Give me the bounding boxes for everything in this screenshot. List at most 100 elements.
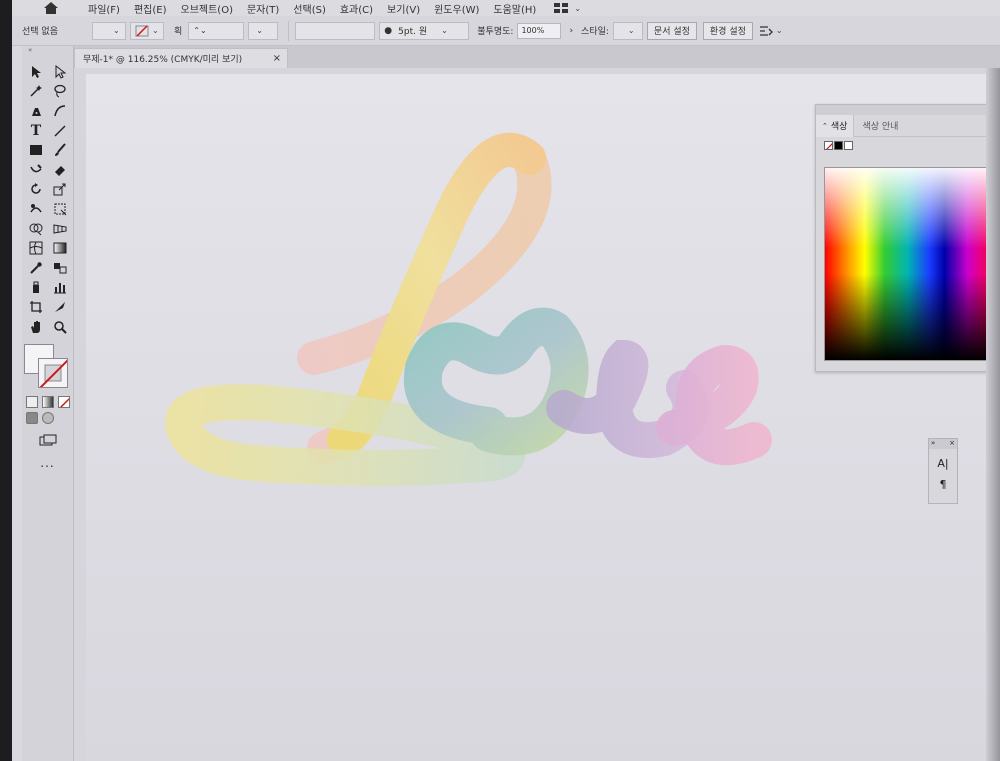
chevron-down-icon: ⌄ <box>152 26 159 35</box>
chevron-down-icon: ⌄ <box>256 26 263 35</box>
gradient-icon[interactable] <box>49 238 71 258</box>
magic-wand-icon[interactable] <box>25 82 47 102</box>
black-swatch[interactable] <box>834 140 843 150</box>
hand-icon[interactable] <box>25 317 47 337</box>
stroke-weight-dropdown[interactable]: ⌄ <box>248 21 279 40</box>
color-panel: ⌃ 색상 색상 안내 <box>815 104 1000 372</box>
selection-tool-icon[interactable] <box>25 62 47 82</box>
lasso-icon[interactable] <box>49 82 71 102</box>
no-stroke-icon <box>135 24 149 37</box>
dot-icon: ● <box>384 25 393 36</box>
edit-toolbar-button[interactable]: ... <box>22 456 73 470</box>
type-icon[interactable]: T <box>25 121 47 141</box>
document-setup-button[interactable]: 문서 설정 <box>646 21 697 40</box>
artboard-tool-icon[interactable] <box>25 297 47 317</box>
document-tab[interactable]: 무제-1* @ 116.25% (CMYK/미리 보기) × <box>74 48 288 68</box>
variable-width-profile[interactable] <box>295 21 376 40</box>
brush-definition-dropdown[interactable]: ● 5pt. 원 ⌄ <box>379 21 470 40</box>
divider <box>288 20 290 41</box>
menu-bar: 파일(F) 편집(E) 오브젝트(O) 문자(T) 선택(S) 효과(C) 보기… <box>12 0 1000 16</box>
tab-color-label: 색상 <box>830 122 848 132</box>
rectangle-icon[interactable] <box>25 140 47 160</box>
swatch-row <box>816 137 999 153</box>
style-label: 스타일: <box>581 27 609 37</box>
graph-icon[interactable] <box>49 278 71 298</box>
chevron-down-icon: ⌄ <box>627 26 635 35</box>
expand-icon: ⌃ <box>822 121 828 130</box>
stroke-color-swatch[interactable] <box>38 358 68 389</box>
shaper-icon[interactable] <box>25 160 47 180</box>
menu-view[interactable]: 보기(V) <box>387 1 420 16</box>
workspace-switcher-icon[interactable]: ⌄ <box>554 3 581 13</box>
tools-panel: « T ... <box>22 46 74 761</box>
pen-icon[interactable] <box>25 101 47 121</box>
perspective-grid-icon[interactable] <box>49 219 71 239</box>
paintbrush-icon[interactable] <box>49 140 71 160</box>
eraser-icon[interactable] <box>49 160 71 180</box>
menu-effect[interactable]: 효과(C) <box>340 1 373 16</box>
preferences-button[interactable]: 환경 설정 <box>702 21 753 40</box>
symbol-sprayer-icon[interactable] <box>25 278 47 298</box>
brush-label: 5pt. 원 <box>398 27 428 37</box>
color-mode-icon[interactable] <box>26 396 38 409</box>
stroke-swatch-dropdown[interactable]: ⌄ <box>130 21 164 40</box>
scale-icon[interactable] <box>49 180 71 200</box>
tool-grid: T <box>22 56 73 336</box>
panel-drag-bar[interactable] <box>816 105 999 115</box>
draw-normal-icon[interactable] <box>26 412 38 425</box>
menu-file[interactable]: 파일(F) <box>88 1 120 16</box>
menu-select[interactable]: 선택(S) <box>293 1 326 16</box>
character-panel-button[interactable]: A| <box>929 457 957 470</box>
curvature-icon[interactable] <box>49 101 71 121</box>
panel-collapse-icon[interactable]: « <box>22 46 73 56</box>
tab-color[interactable]: ⌃ 색상 <box>816 114 855 137</box>
slice-icon[interactable] <box>49 297 71 317</box>
menu-window[interactable]: 윈도우(W) <box>434 1 479 16</box>
warp-icon[interactable] <box>25 199 47 219</box>
stepper-arrows-icon: ⌃⌄ <box>193 26 207 35</box>
shape-builder-icon[interactable] <box>25 219 47 239</box>
close-icon[interactable]: × <box>949 439 955 449</box>
selection-status: 선택 없음 <box>22 27 58 37</box>
line-icon[interactable] <box>49 121 71 141</box>
menu-type[interactable]: 문자(T) <box>247 1 279 16</box>
draw-inside-icon[interactable] <box>58 412 70 424</box>
free-transform-icon[interactable] <box>49 199 71 219</box>
none-swatch-icon[interactable] <box>824 140 833 150</box>
chevron-down-icon: ⌄ <box>441 26 448 35</box>
mini-panel-header[interactable]: » × <box>929 439 957 449</box>
menu-edit[interactable]: 편집(E) <box>134 1 167 16</box>
graphic-style-dropdown[interactable]: ⌄ <box>612 21 643 40</box>
chevron-down-icon: ⌄ <box>574 3 582 13</box>
rotate-icon[interactable] <box>25 180 47 200</box>
gradient-mode-icon[interactable] <box>42 396 54 409</box>
character-paragraph-panel: » × A| ¶ <box>928 438 958 504</box>
panel-expand-icon[interactable]: » <box>931 439 935 449</box>
tab-color-guide[interactable]: 색상 안내 <box>854 119 906 132</box>
fill-swatch-dropdown[interactable]: ⌄ <box>92 21 126 40</box>
draw-behind-icon[interactable] <box>42 412 54 425</box>
home-icon[interactable] <box>40 0 62 16</box>
chevron-right-icon[interactable]: › <box>569 26 573 36</box>
screen-mode-icon[interactable] <box>22 434 73 446</box>
none-mode-icon[interactable] <box>58 396 70 409</box>
white-swatch[interactable] <box>844 140 853 150</box>
stroke-weight-stepper[interactable]: ⌃⌄ <box>188 21 245 40</box>
blend-icon[interactable] <box>49 258 71 278</box>
illustrator-window: 파일(F) 편집(E) 오브젝트(O) 문자(T) 선택(S) 효과(C) 보기… <box>12 0 1000 761</box>
menu-help[interactable]: 도움말(H) <box>493 1 536 16</box>
zoom-icon[interactable] <box>49 317 71 337</box>
mesh-icon[interactable] <box>25 238 47 258</box>
close-icon[interactable]: × <box>273 53 281 64</box>
color-spectrum[interactable] <box>824 167 992 361</box>
color-panel-tabs: ⌃ 색상 색상 안내 <box>816 114 999 137</box>
document-tab-bar: 무제-1* @ 116.25% (CMYK/미리 보기) × <box>74 46 1000 68</box>
chevron-down-icon: ⌄ <box>113 26 120 35</box>
eyedropper-icon[interactable] <box>25 258 47 278</box>
direct-selection-tool-icon[interactable] <box>49 62 71 82</box>
paragraph-panel-button[interactable]: ¶ <box>929 478 957 491</box>
arrange-icon[interactable]: ⌄ <box>759 25 783 37</box>
menu-object[interactable]: 오브젝트(O) <box>181 1 233 16</box>
draw-mode-row <box>22 412 73 425</box>
opacity-input[interactable]: 100% <box>517 22 562 39</box>
